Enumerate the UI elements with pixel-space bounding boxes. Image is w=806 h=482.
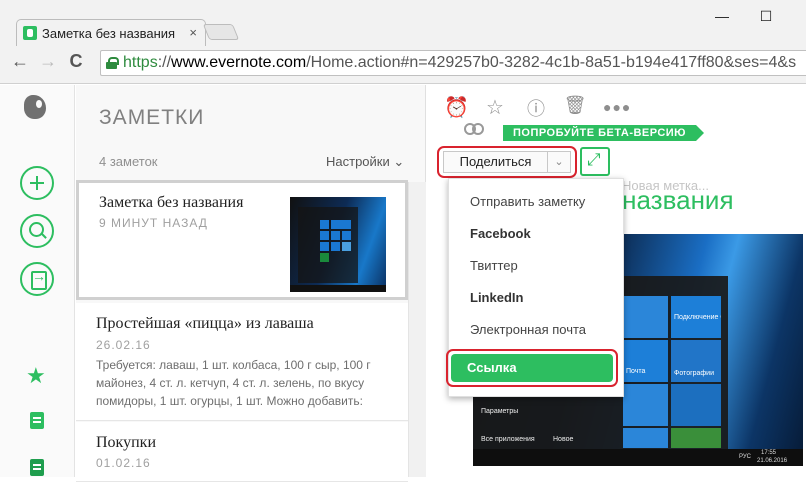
note-title: Покупки (96, 434, 156, 451)
notes-icon[interactable] (30, 412, 44, 429)
new-tab-button[interactable] (202, 24, 240, 40)
menu-item-facebook[interactable]: Facebook (449, 218, 625, 250)
note-card[interactable]: Простейшая «пицца» из лаваша 26.02.16 Тр… (76, 303, 408, 421)
reminder-icon[interactable]: ⏰ (444, 95, 469, 119)
work-chat-button[interactable] (20, 262, 54, 296)
left-sidebar: ★ (0, 85, 75, 477)
evernote-logo-icon[interactable] (24, 95, 46, 119)
browser-toolbar: ← → C https://www.evernote.com/Home.acti… (0, 46, 806, 78)
note-detail-panel: ⏰ ☆ ⓘ 🗑 ●●● ПОПРОБУЙТЕ БЕТА-ВЕРСИЮ Новая… (427, 85, 806, 477)
note-title: Заметка без названия (99, 194, 244, 211)
note-thumbnail (290, 197, 386, 292)
share-people-icon[interactable] (463, 123, 484, 141)
star-icon[interactable]: ☆ (483, 95, 507, 119)
menu-item-send-note[interactable]: Отправить заметку (449, 186, 625, 218)
share-dropdown-button[interactable]: ⌄ (547, 151, 571, 173)
url-text: https://www.evernote.com/Home.action#n=4… (123, 54, 796, 72)
url-scheme: https (123, 54, 158, 71)
info-icon[interactable]: ⓘ (524, 95, 548, 119)
url-host: www.evernote.com (171, 54, 307, 71)
menu-item-linkedin[interactable]: LinkedIn (449, 282, 625, 314)
link-highlight: Ссылка (446, 349, 618, 387)
trash-icon[interactable]: 🗑 (563, 95, 587, 119)
tile-outlook: Подключение Outlook (671, 296, 721, 338)
start-settings-label: Параметры (481, 408, 519, 415)
url-path: /Home.action#n=429257b0-3282-4c1b-8a51-b… (306, 54, 797, 71)
menu-item-email[interactable]: Электронная почта (449, 314, 625, 346)
note-date: 26.02.16 (96, 338, 151, 352)
note-snippet: Требуется: лаваш, 1 шт. колбаса, 100 г с… (96, 358, 371, 408)
maximize-button[interactable]: ☐ (756, 8, 776, 25)
evernote-favicon-icon (23, 26, 37, 40)
share-highlight: Поделиться ⌄ (437, 146, 577, 178)
notes-heading: ЗАМЕТКИ (99, 106, 205, 129)
note-list-scrollbar[interactable] (408, 182, 426, 477)
note-card-selected[interactable]: Заметка без названия 9 МИНУТ НАЗАД (76, 180, 408, 300)
expand-icon[interactable] (580, 147, 610, 176)
more-icon[interactable]: ●●● (603, 99, 630, 123)
note-date: 01.02.16 (96, 456, 151, 470)
share-button[interactable]: Поделиться (443, 151, 547, 173)
tile-photos: Фотографии (671, 340, 721, 382)
lock-icon (106, 57, 119, 69)
start-new-label: Новое (553, 436, 574, 443)
menu-item-twitter[interactable]: Твиттер (449, 250, 625, 282)
tab-title: Заметка без названия (42, 26, 176, 41)
reload-button[interactable]: C (66, 51, 86, 72)
new-note-button[interactable] (20, 166, 54, 200)
note-title: Простейшая «пицца» из лаваша (96, 315, 314, 332)
taskbar-lang: РУС (739, 454, 752, 460)
back-button[interactable]: ← (10, 51, 30, 72)
url-separator: :// (157, 54, 172, 71)
taskbar-date: 21.06.2016 (757, 458, 788, 464)
evernote-app: ★ ЗАМЕТКИ 4 заметок Настройки ⌄ Заметка … (0, 85, 806, 482)
taskbar-image: РУС 17:55 21.06.2016 (473, 449, 803, 466)
taskbar-time: 17:55 (761, 450, 777, 456)
note-card[interactable]: Покупки 01.02.16 (76, 422, 408, 482)
browser-chrome: Заметка без названия × — ☐ ← → C https:/… (0, 0, 806, 84)
note-date: 9 МИНУТ НАЗАД (99, 216, 208, 230)
notes-count: 4 заметок (99, 154, 158, 169)
notelist-settings-dropdown[interactable]: Настройки ⌄ (326, 154, 404, 170)
tile-mail: Почта (623, 340, 668, 382)
tab-strip: Заметка без названия × — ☐ (0, 0, 806, 46)
beta-banner[interactable]: ПОПРОБУЙТЕ БЕТА-ВЕРСИЮ (503, 125, 705, 141)
search-button[interactable] (20, 214, 54, 248)
shortcuts-star-icon[interactable]: ★ (26, 363, 46, 389)
menu-item-link[interactable]: Ссылка (451, 354, 613, 382)
note-list-panel: ЗАМЕТКИ 4 заметок Настройки ⌄ Заметка бе… (76, 85, 426, 482)
address-bar[interactable]: https://www.evernote.com/Home.action#n=4… (100, 50, 806, 76)
minimize-button[interactable]: — (712, 8, 732, 24)
browser-tab[interactable]: Заметка без названия × (16, 19, 206, 46)
forward-button[interactable]: → (38, 51, 58, 72)
tab-close-icon[interactable]: × (189, 25, 197, 40)
notebooks-icon[interactable] (30, 459, 44, 476)
start-all-apps-label: Все приложения (481, 436, 535, 443)
